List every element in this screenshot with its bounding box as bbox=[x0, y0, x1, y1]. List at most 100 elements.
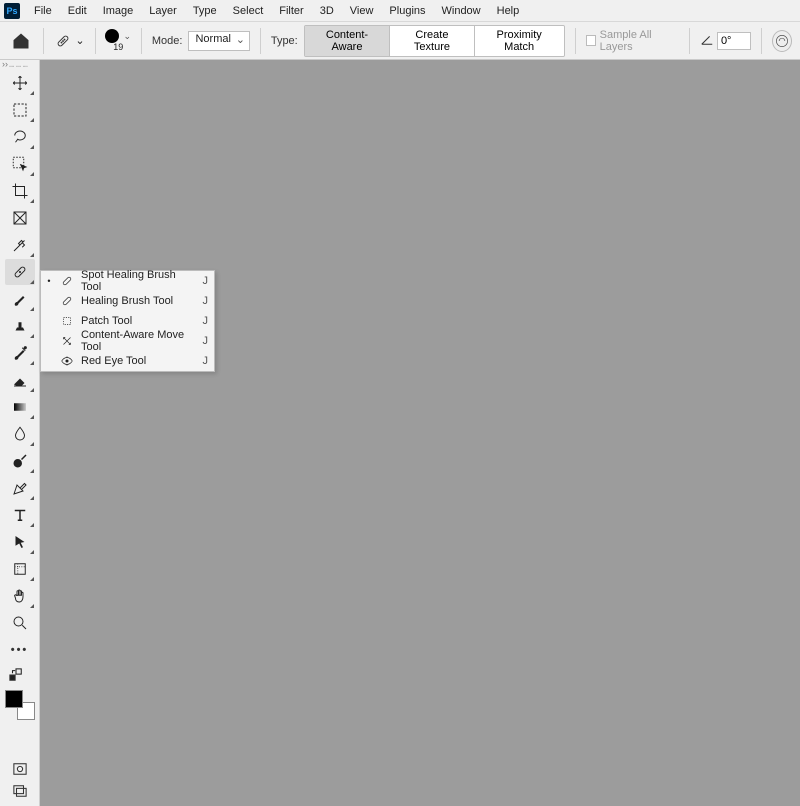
brush-tool[interactable] bbox=[5, 286, 35, 312]
flyout-label: Healing Brush Tool bbox=[81, 295, 197, 307]
screen-mode-button[interactable] bbox=[8, 782, 32, 800]
object-selection-tool[interactable] bbox=[5, 151, 35, 177]
quick-mask-button[interactable] bbox=[8, 760, 32, 778]
flyout-shortcut: J bbox=[203, 335, 209, 347]
flyout-label: Patch Tool bbox=[81, 315, 197, 327]
brush-preset-picker[interactable]: ⌄ 19 bbox=[105, 29, 131, 52]
canvas-area[interactable] bbox=[40, 60, 800, 806]
flyout-label: Spot Healing Brush Tool bbox=[81, 269, 197, 293]
bandage-icon bbox=[59, 293, 75, 309]
home-icon bbox=[11, 31, 31, 51]
clone-stamp-tool[interactable] bbox=[5, 313, 35, 339]
options-bar: ⌄ ⌄ 19 Mode: Normal Type: Content-Aware … bbox=[0, 22, 800, 60]
chevron-down-icon: ⌄ bbox=[75, 34, 84, 47]
flyout-patch[interactable]: Patch Tool J bbox=[41, 311, 214, 331]
menu-plugins[interactable]: Plugins bbox=[381, 2, 433, 20]
gradient-tool[interactable] bbox=[5, 394, 35, 420]
flyout-label: Red Eye Tool bbox=[81, 355, 197, 367]
dots-icon: ••• bbox=[11, 644, 29, 656]
menu-select[interactable]: Select bbox=[225, 2, 272, 20]
toolbar-collapse-chevron[interactable]: ›› bbox=[2, 59, 8, 69]
sample-all-layers-label: Sample All Layers bbox=[600, 29, 679, 53]
mode-select[interactable]: Normal bbox=[188, 31, 249, 51]
home-button[interactable] bbox=[8, 27, 33, 55]
menu-file[interactable]: File bbox=[26, 2, 60, 20]
eraser-tool[interactable] bbox=[5, 367, 35, 393]
menu-bar: Ps File Edit Image Layer Type Select Fil… bbox=[0, 0, 800, 22]
menu-type[interactable]: Type bbox=[185, 2, 225, 20]
eye-icon bbox=[59, 353, 75, 369]
flyout-red-eye[interactable]: Red Eye Tool J bbox=[41, 351, 214, 371]
active-mark-icon: • bbox=[45, 276, 53, 286]
pressure-size-button[interactable] bbox=[772, 30, 792, 52]
type-content-aware-button[interactable]: Content-Aware bbox=[305, 26, 390, 56]
flyout-label: Content-Aware Move Tool bbox=[81, 329, 197, 353]
lasso-tool[interactable] bbox=[5, 124, 35, 150]
healing-tools-flyout: • Spot Healing Brush Tool J Healing Brus… bbox=[40, 270, 215, 372]
bandage-icon bbox=[54, 32, 72, 50]
flyout-shortcut: J bbox=[203, 315, 209, 327]
type-label: Type: bbox=[271, 35, 298, 47]
mode-value: Normal bbox=[195, 33, 230, 45]
angle-input[interactable] bbox=[717, 32, 751, 50]
pressure-icon bbox=[775, 34, 789, 48]
menu-help[interactable]: Help bbox=[489, 2, 528, 20]
flyout-shortcut: J bbox=[203, 355, 209, 367]
dodge-tool[interactable] bbox=[5, 448, 35, 474]
tool-preset-picker[interactable]: ⌄ bbox=[54, 32, 84, 50]
swap-colors-button[interactable] bbox=[4, 666, 28, 684]
color-swatches[interactable] bbox=[5, 690, 35, 720]
frame-tool[interactable] bbox=[5, 205, 35, 231]
flyout-content-aware-move[interactable]: Content-Aware Move Tool J bbox=[41, 331, 214, 351]
type-segmented: Content-Aware Create Texture Proximity M… bbox=[304, 25, 565, 57]
bandage-icon bbox=[59, 273, 75, 289]
checkbox-icon bbox=[586, 35, 596, 46]
divider bbox=[141, 28, 142, 54]
divider bbox=[689, 28, 690, 54]
menu-image[interactable]: Image bbox=[95, 2, 142, 20]
divider bbox=[761, 28, 762, 54]
shape-tool[interactable] bbox=[5, 556, 35, 582]
edit-toolbar-button[interactable]: ••• bbox=[5, 637, 35, 663]
menu-layer[interactable]: Layer bbox=[141, 2, 185, 20]
workspace: ›› ┈┈┈ ••• bbox=[0, 60, 800, 806]
divider bbox=[575, 28, 576, 54]
path-selection-tool[interactable] bbox=[5, 529, 35, 555]
brush-angle-field[interactable] bbox=[700, 32, 751, 50]
brush-swatch-icon bbox=[105, 29, 119, 43]
flyout-spot-healing-brush[interactable]: • Spot Healing Brush Tool J bbox=[41, 271, 214, 291]
move-tool[interactable] bbox=[5, 70, 35, 96]
menu-3d[interactable]: 3D bbox=[312, 2, 342, 20]
toolbar: ›› ┈┈┈ ••• bbox=[0, 60, 40, 806]
menu-filter[interactable]: Filter bbox=[271, 2, 311, 20]
sample-all-layers-checkbox[interactable]: Sample All Layers bbox=[586, 29, 679, 53]
eyedropper-tool[interactable] bbox=[5, 232, 35, 258]
divider bbox=[43, 28, 44, 54]
pen-tool[interactable] bbox=[5, 475, 35, 501]
app-icon: Ps bbox=[4, 3, 20, 19]
zoom-tool[interactable] bbox=[5, 610, 35, 636]
spot-healing-brush-tool[interactable] bbox=[5, 259, 35, 285]
type-proximity-match-button[interactable]: Proximity Match bbox=[474, 26, 564, 56]
angle-icon bbox=[700, 32, 714, 49]
menu-window[interactable]: Window bbox=[434, 2, 489, 20]
menu-view[interactable]: View bbox=[342, 2, 382, 20]
patch-icon bbox=[59, 313, 75, 329]
mode-label: Mode: bbox=[152, 35, 183, 47]
flyout-shortcut: J bbox=[203, 275, 209, 287]
flyout-healing-brush[interactable]: Healing Brush Tool J bbox=[41, 291, 214, 311]
hand-tool[interactable] bbox=[5, 583, 35, 609]
divider bbox=[95, 28, 96, 54]
history-brush-tool[interactable] bbox=[5, 340, 35, 366]
move-arrows-icon bbox=[59, 333, 75, 349]
marquee-tool[interactable] bbox=[5, 97, 35, 123]
chevron-down-icon: ⌄ bbox=[123, 32, 131, 41]
type-create-texture-button[interactable]: Create Texture bbox=[389, 26, 473, 56]
foreground-color-swatch[interactable] bbox=[5, 690, 23, 708]
flyout-shortcut: J bbox=[203, 295, 209, 307]
type-tool[interactable] bbox=[5, 502, 35, 528]
blur-tool[interactable] bbox=[5, 421, 35, 447]
divider bbox=[260, 28, 261, 54]
crop-tool[interactable] bbox=[5, 178, 35, 204]
menu-edit[interactable]: Edit bbox=[60, 2, 95, 20]
